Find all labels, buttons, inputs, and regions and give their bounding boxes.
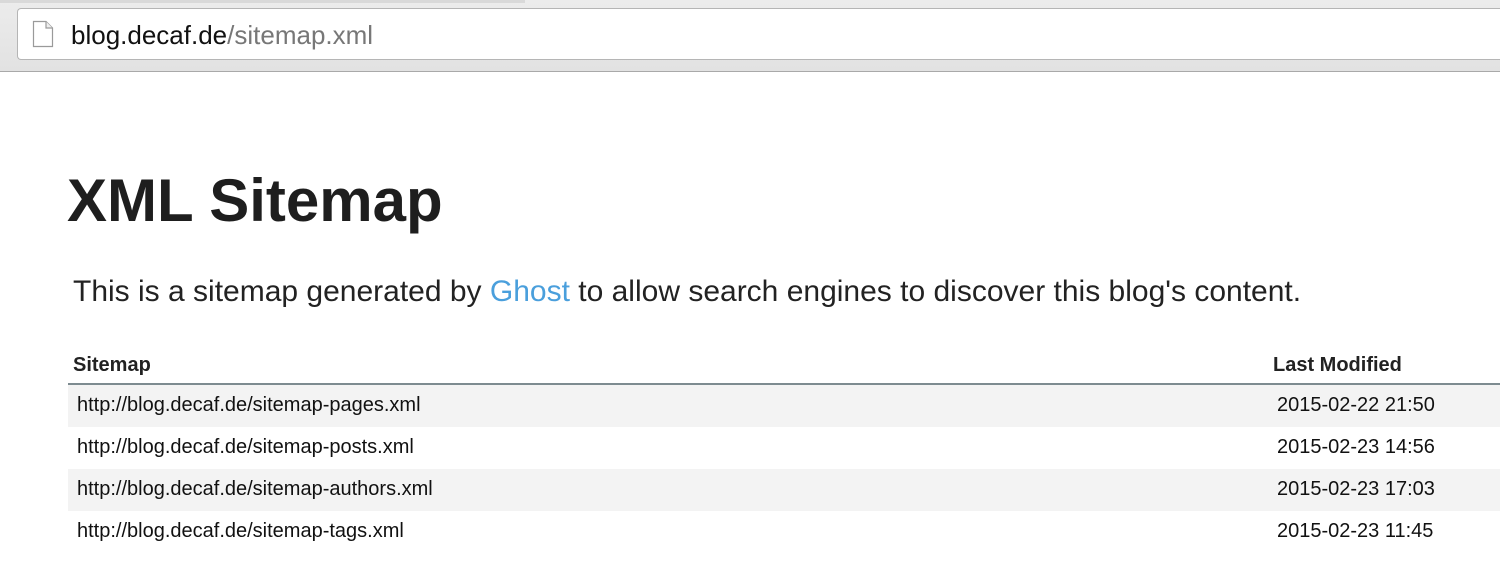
page-title: XML Sitemap: [67, 167, 443, 234]
url-host: blog.decaf.de: [71, 20, 228, 50]
intro-text: This is a sitemap generated by Ghost to …: [73, 272, 1301, 312]
sitemap-link[interactable]: http://blog.decaf.de/sitemap-posts.xml: [77, 435, 414, 459]
table-row: http://blog.decaf.de/sitemap-posts.xml 2…: [68, 427, 1500, 469]
sitemap-link[interactable]: http://blog.decaf.de/sitemap-authors.xml: [77, 477, 433, 501]
url-text[interactable]: blog.decaf.de/sitemap.xml: [71, 20, 373, 50]
browser-toolbar: blog.decaf.de/sitemap.xml: [0, 0, 1500, 72]
ghost-link[interactable]: Ghost: [490, 275, 570, 308]
last-modified-value: 2015-02-23 14:56: [1277, 436, 1435, 458]
table-row: http://blog.decaf.de/sitemap-pages.xml 2…: [68, 385, 1500, 427]
table-row: http://blog.decaf.de/sitemap-authors.xml…: [68, 469, 1500, 511]
document-icon: [32, 20, 54, 48]
tab-strip-edge: [0, 0, 525, 3]
table-row: http://blog.decaf.de/sitemap-tags.xml 20…: [68, 511, 1500, 553]
last-modified-value: 2015-02-23 11:45: [1277, 520, 1434, 542]
column-header-sitemap: Sitemap: [73, 354, 151, 376]
sitemap-link[interactable]: http://blog.decaf.de/sitemap-tags.xml: [77, 519, 404, 543]
sitemap-link[interactable]: http://blog.decaf.de/sitemap-pages.xml: [77, 393, 421, 417]
page-content: XML Sitemap This is a sitemap generated …: [0, 72, 1500, 582]
intro-text-after: to allow search engines to discover this…: [569, 275, 1302, 308]
last-modified-value: 2015-02-22 21:50: [1277, 394, 1435, 416]
url-path: /sitemap.xml: [227, 20, 374, 50]
last-modified-value: 2015-02-23 17:03: [1277, 478, 1435, 500]
table-header: Sitemap Last Modified: [68, 346, 1500, 385]
column-header-last-modified: Last Modified: [1273, 354, 1402, 376]
sitemap-table: Sitemap Last Modified http://blog.decaf.…: [68, 346, 1500, 553]
intro-text-before: This is a sitemap generated by: [73, 275, 490, 308]
address-bar[interactable]: blog.decaf.de/sitemap.xml: [17, 8, 1500, 60]
